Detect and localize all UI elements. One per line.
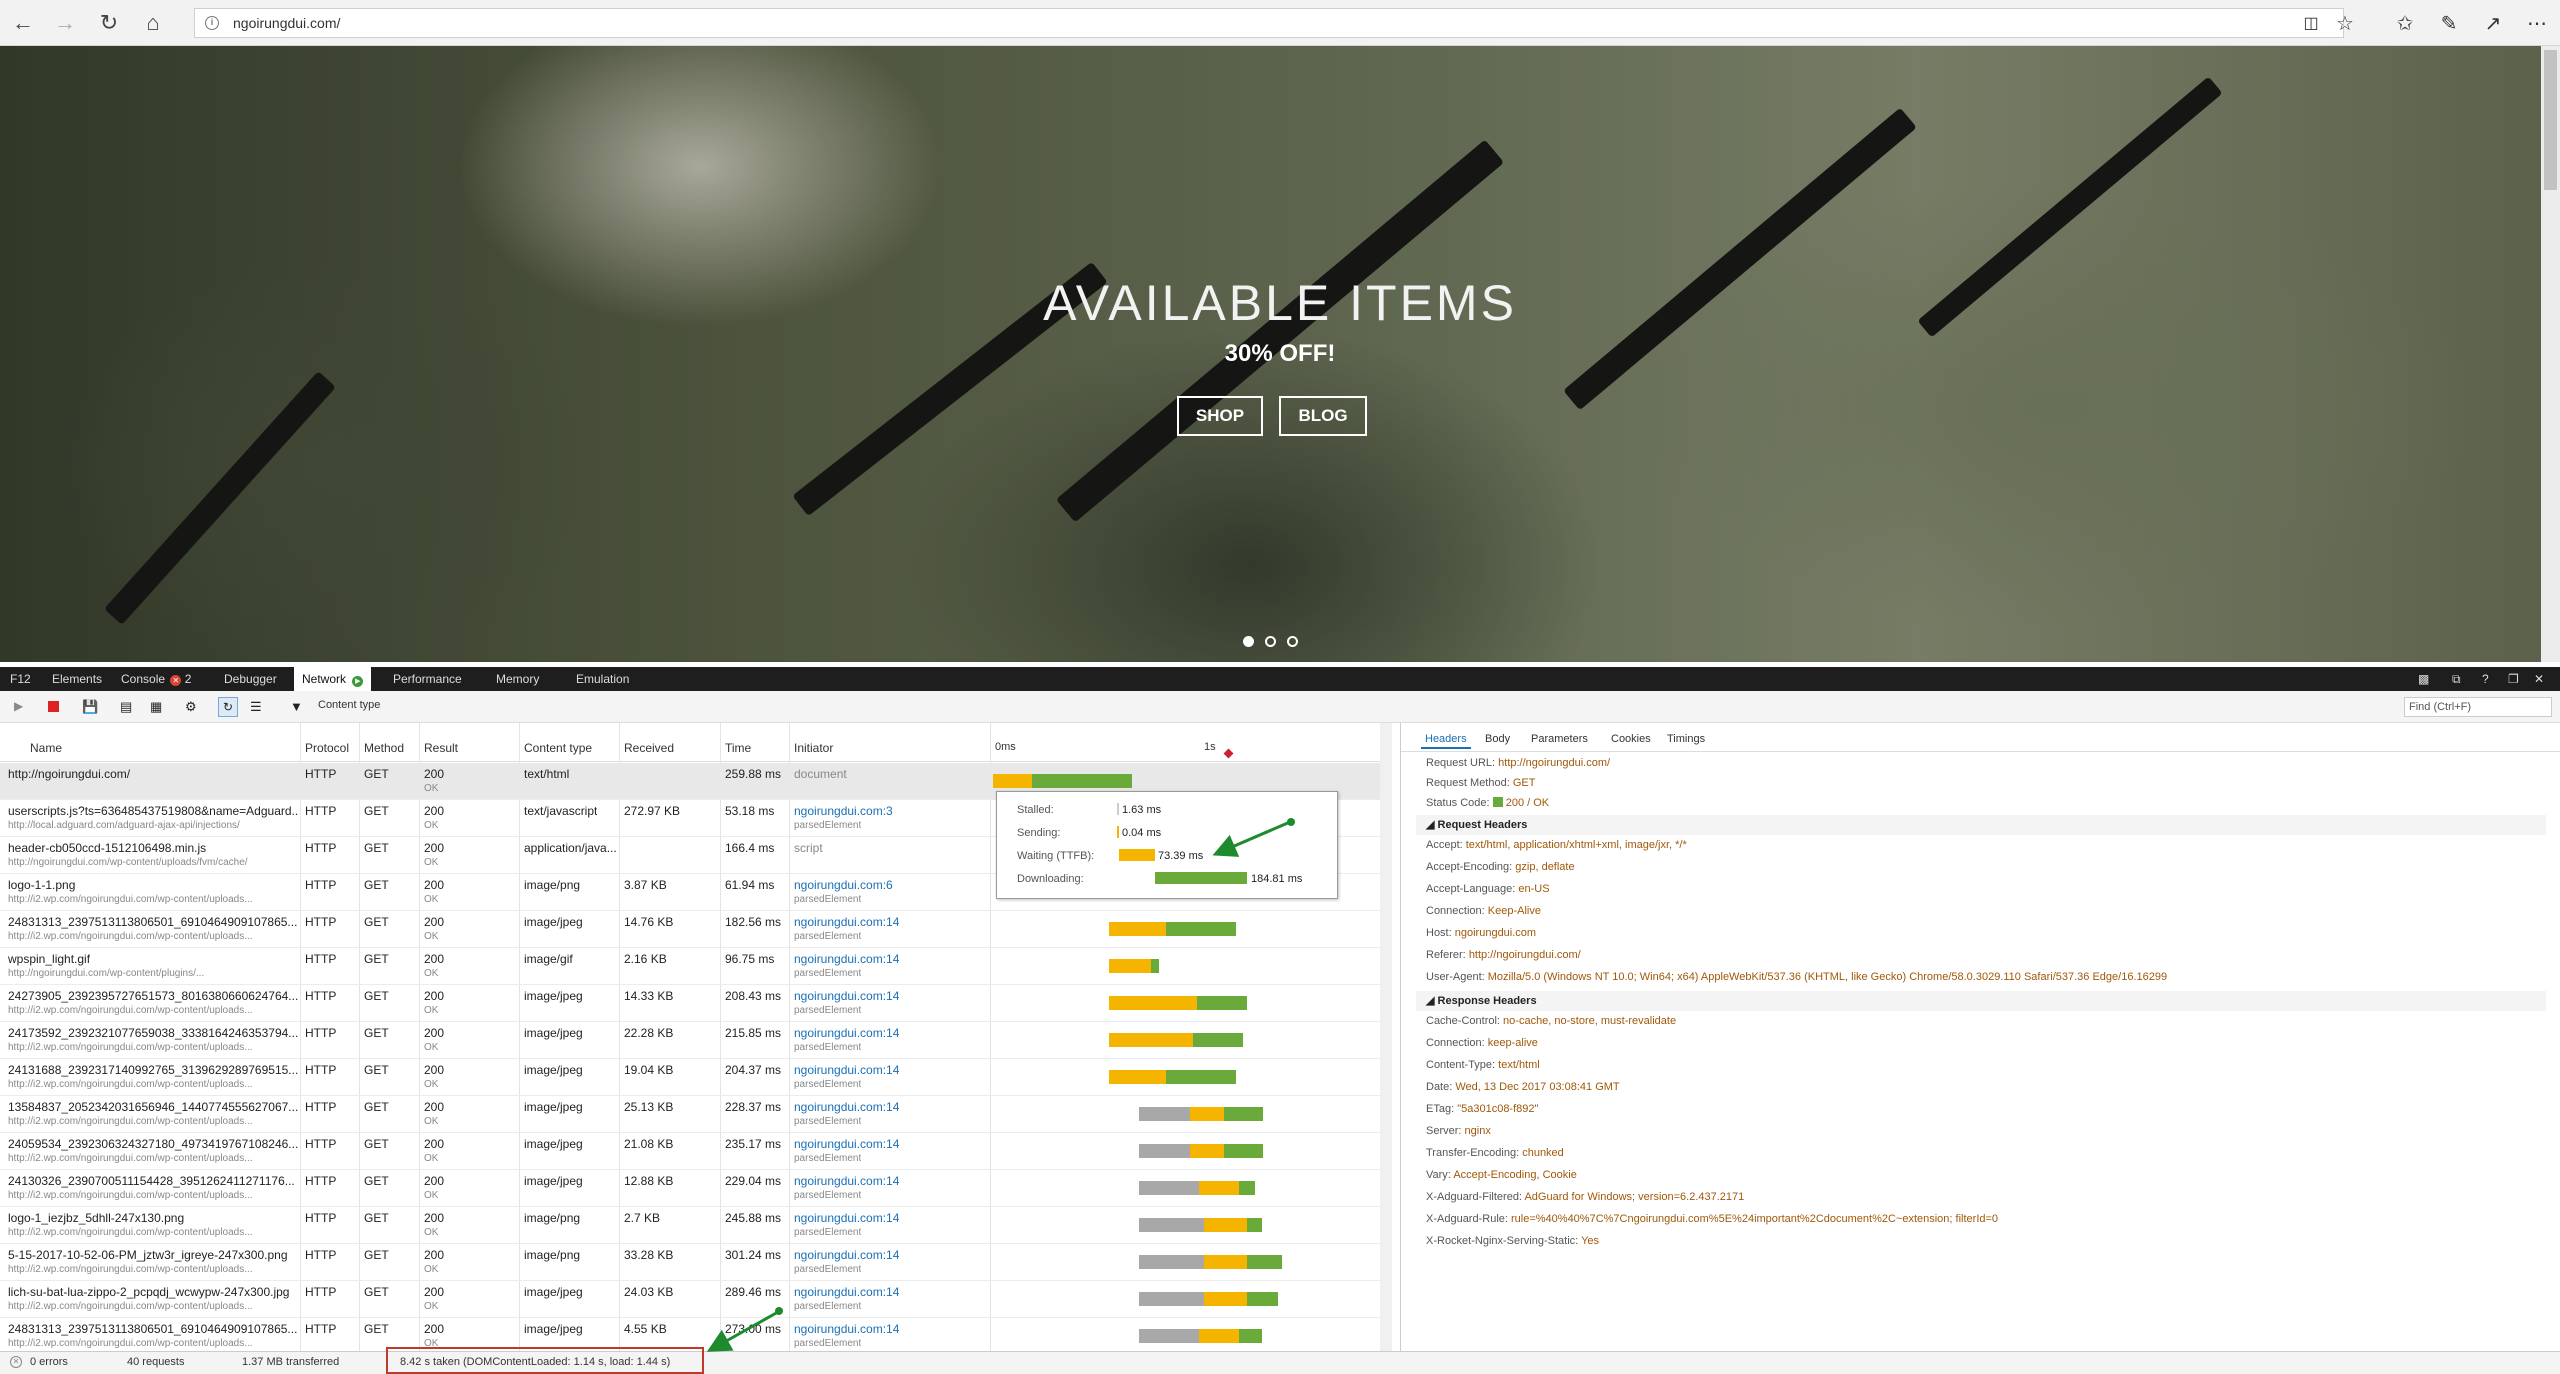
arrow-start-dot (1287, 818, 1295, 826)
arrow-start-dot (775, 1307, 783, 1315)
arrow-to-ttfb (1212, 820, 1291, 857)
annotation-arrows (706, 818, 1295, 1352)
arrow-to-load-time (706, 1310, 779, 1352)
